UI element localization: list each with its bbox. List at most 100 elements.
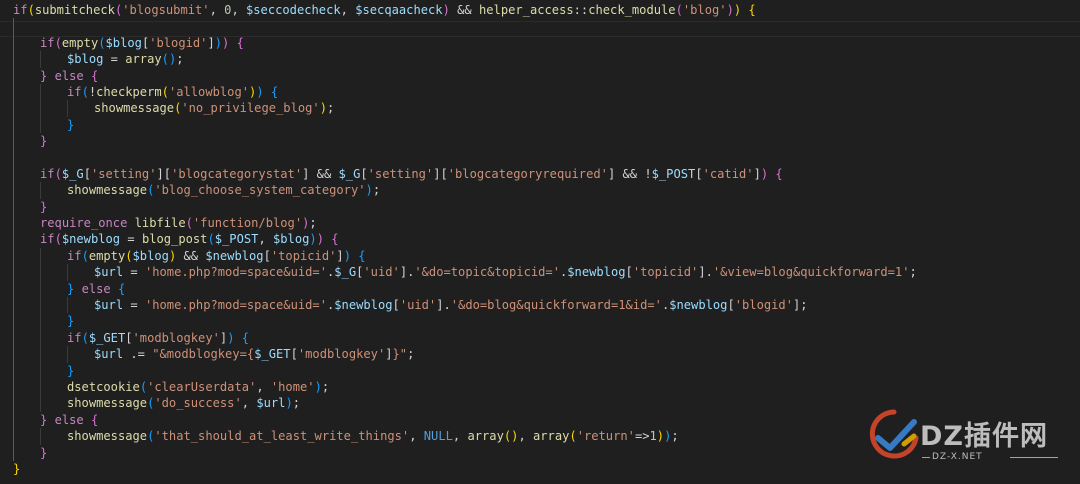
code-line[interactable]: if(submitcheck('blogsubmit', 0, $seccode… bbox=[13, 2, 917, 18]
code-line[interactable]: require_once libfile('function/blog'); bbox=[13, 215, 917, 232]
code-token: , bbox=[258, 232, 273, 247]
code-token: ) bbox=[316, 232, 324, 247]
code-token: { bbox=[331, 232, 339, 247]
code-line[interactable]: } else { bbox=[13, 411, 917, 429]
code-token: $_G bbox=[334, 265, 357, 280]
code-line[interactable]: showmessage('do_success', $url); bbox=[13, 395, 917, 413]
code-line[interactable]: if($newblog = blog_post($_POST, $blog)) … bbox=[13, 231, 917, 249]
code-token: [ bbox=[263, 248, 271, 263]
code-line[interactable]: } bbox=[13, 313, 917, 331]
indent-guide bbox=[13, 264, 40, 282]
indent-guide bbox=[13, 444, 40, 462]
code-line[interactable]: $url = 'home.php?mod=space&uid='. $_G['ui… bbox=[13, 264, 917, 282]
indent-guide bbox=[13, 149, 40, 167]
indent-guide bbox=[13, 67, 40, 85]
code-line[interactable]: if(! checkperm('allowblog')) { bbox=[13, 83, 917, 101]
code-token: 'do_success' bbox=[154, 396, 242, 411]
indent-guide bbox=[40, 313, 67, 331]
code-token: 'topicid' bbox=[270, 248, 337, 263]
code-line[interactable] bbox=[13, 18, 917, 36]
code-line[interactable]: $url .= "&modblogkey={$_GET['modblogkey'… bbox=[13, 346, 917, 363]
indent-guide bbox=[13, 362, 40, 380]
code-token: '&do=blog&quickforward=1&id=' bbox=[450, 298, 662, 313]
indent-guide bbox=[13, 378, 40, 396]
code-line[interactable]: } bbox=[13, 198, 917, 216]
code-token: ; bbox=[327, 101, 335, 116]
code-token: ( bbox=[114, 3, 123, 17]
code-token: $newblog bbox=[205, 248, 264, 263]
code-token: NULL bbox=[423, 429, 453, 444]
code-line[interactable]: dsetcookie('clearUserdata', 'home'); bbox=[13, 378, 917, 396]
code-line[interactable]: showmessage('that_should_at_least_write_… bbox=[13, 428, 917, 445]
code-token: $_POST bbox=[214, 232, 259, 247]
code-token: ) bbox=[302, 216, 310, 231]
watermark-text: DZ插件网 bbox=[920, 421, 1048, 452]
code-line[interactable]: } bbox=[13, 362, 917, 380]
code-line[interactable]: } bbox=[13, 461, 917, 477]
indent-guide bbox=[13, 395, 40, 413]
indent-guide bbox=[40, 264, 67, 282]
code-token: libfile bbox=[134, 216, 186, 231]
indent-guide bbox=[13, 428, 40, 445]
code-line[interactable]: $blog = array(); bbox=[13, 51, 917, 68]
code-token: $_GET bbox=[254, 347, 291, 362]
code-line[interactable]: showmessage('no_privilege_blog'); bbox=[13, 100, 917, 118]
code-token: 0 bbox=[224, 3, 232, 17]
code-token: 'blog_choose_system_category' bbox=[154, 183, 366, 198]
indent-guide bbox=[40, 346, 67, 363]
code-token: else bbox=[81, 281, 111, 296]
indent-guide bbox=[67, 264, 94, 282]
indent-guide bbox=[13, 51, 40, 68]
code-line[interactable]: if($_GET['modblogkey']) { bbox=[13, 329, 917, 347]
code-token: if bbox=[13, 3, 28, 17]
code-token: 'topicid' bbox=[632, 265, 699, 280]
code-token: 'modblogkey' bbox=[132, 330, 220, 345]
code-token: if bbox=[40, 232, 55, 247]
code-token: ; bbox=[292, 396, 300, 411]
code-line[interactable]: showmessage('blog_choose_system_category… bbox=[13, 182, 917, 200]
code-token: showmessage bbox=[94, 101, 175, 116]
code-line[interactable]: $url = 'home.php?mod=space&uid='. $newblo… bbox=[13, 297, 917, 314]
indent-guide bbox=[40, 280, 67, 298]
code-line[interactable]: } else { bbox=[13, 280, 917, 298]
code-token: if bbox=[67, 248, 82, 263]
code-token: ; bbox=[407, 347, 415, 362]
code-token: require_once bbox=[40, 216, 128, 231]
code-line[interactable]: if(empty($blog) && $newblog['topicid']) … bbox=[13, 247, 917, 265]
code-token: [ bbox=[356, 265, 364, 280]
code-line[interactable]: } bbox=[13, 444, 917, 462]
code-line[interactable]: if($_G['setting']['blogcategorystat'] &&… bbox=[13, 165, 917, 183]
code-token: [ bbox=[625, 265, 633, 280]
code-token: if bbox=[67, 84, 82, 99]
watermark-rule-right bbox=[1010, 457, 1058, 458]
indent-guide bbox=[40, 362, 67, 380]
code-line[interactable]: if(empty($blog['blogid'])) { bbox=[13, 34, 917, 52]
code-token: ) bbox=[365, 183, 373, 198]
code-line[interactable]: } else { bbox=[13, 67, 917, 85]
code-token: $blog bbox=[67, 52, 104, 67]
code-token: 1 bbox=[649, 429, 657, 444]
code-line[interactable]: } bbox=[13, 133, 917, 150]
code-token: ; bbox=[671, 429, 679, 444]
code-token: ] && ! bbox=[607, 166, 652, 181]
code-token: ( bbox=[98, 35, 106, 50]
code-token: ( bbox=[54, 232, 62, 247]
code-token: 'blogid' bbox=[149, 35, 208, 50]
code-token: 'blogcategoryrequired' bbox=[447, 166, 608, 181]
indent-guide bbox=[13, 100, 40, 118]
code-token: 'setting' bbox=[367, 166, 434, 181]
code-line[interactable]: } bbox=[13, 116, 917, 134]
code-token: ) bbox=[285, 396, 293, 411]
code-content[interactable]: if(submitcheck('blogsubmit', 0, $seccode… bbox=[13, 2, 917, 477]
code-token: $newblog bbox=[669, 298, 728, 313]
code-editor[interactable]: if(submitcheck('blogsubmit', 0, $seccode… bbox=[0, 0, 1080, 484]
code-token: ( bbox=[147, 429, 155, 444]
code-token: } bbox=[67, 363, 75, 378]
code-line[interactable] bbox=[13, 149, 917, 167]
code-token: $_GET bbox=[88, 330, 126, 345]
code-token: = bbox=[123, 298, 145, 313]
code-token: ( bbox=[139, 379, 148, 394]
